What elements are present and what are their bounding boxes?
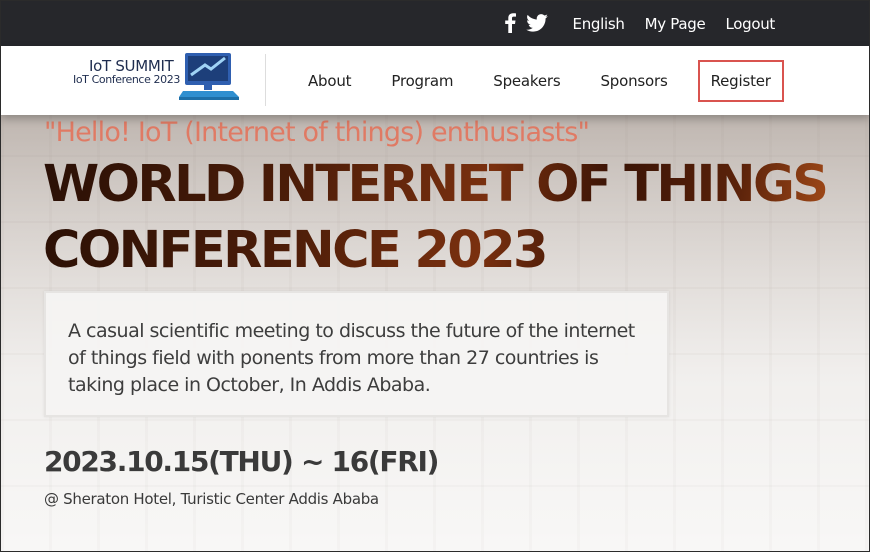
page-frame: English My Page Logout IoT SUMMIT IoT Co… xyxy=(0,0,870,552)
social-links xyxy=(504,11,548,35)
nav-about[interactable]: About xyxy=(308,72,352,90)
nav-program[interactable]: Program xyxy=(391,72,453,90)
nav-speakers[interactable]: Speakers xyxy=(493,72,560,90)
register-button[interactable]: Register xyxy=(697,59,784,102)
main-menu: About Program Speakers Sponsors Register xyxy=(308,46,784,115)
top-bar: English My Page Logout xyxy=(1,1,869,46)
hero-greeting: "Hello! IoT (Internet of things) enthusi… xyxy=(44,117,590,148)
facebook-icon[interactable] xyxy=(504,11,516,35)
main-navbar: IoT SUMMIT IoT Conference 2023 About Pro… xyxy=(1,46,869,115)
nav-sponsors[interactable]: Sponsors xyxy=(600,72,667,90)
my-page-link[interactable]: My Page xyxy=(645,15,706,33)
language-link[interactable]: English xyxy=(573,15,625,33)
description-box: A casual scientific meeting to discuss t… xyxy=(44,291,669,417)
event-venue: @ Sheraton Hotel, Turistic Center Addis … xyxy=(44,490,379,508)
hero-headline: WORLD INTERNET OF THINGS CONFERENCE 2023 xyxy=(43,152,843,284)
logout-link[interactable]: Logout xyxy=(725,15,775,33)
headline-line-1: WORLD INTERNET OF THINGS xyxy=(43,155,827,214)
description-text: A casual scientific meeting to discuss t… xyxy=(68,320,635,396)
headline-line-2: CONFERENCE 2023 xyxy=(43,221,546,280)
hero-section: "Hello! IoT (Internet of things) enthusi… xyxy=(1,115,869,551)
nav-divider xyxy=(265,54,266,106)
event-date: 2023.10.15(THU) ~ 16(FRI) xyxy=(44,445,439,478)
site-logo[interactable]: IoT SUMMIT IoT Conference 2023 xyxy=(71,53,246,111)
computer-monitor-icon xyxy=(179,53,239,100)
account-links: English My Page Logout xyxy=(573,15,776,33)
logo-subtitle: IoT Conference 2023 xyxy=(73,73,180,86)
twitter-icon[interactable] xyxy=(526,11,548,35)
